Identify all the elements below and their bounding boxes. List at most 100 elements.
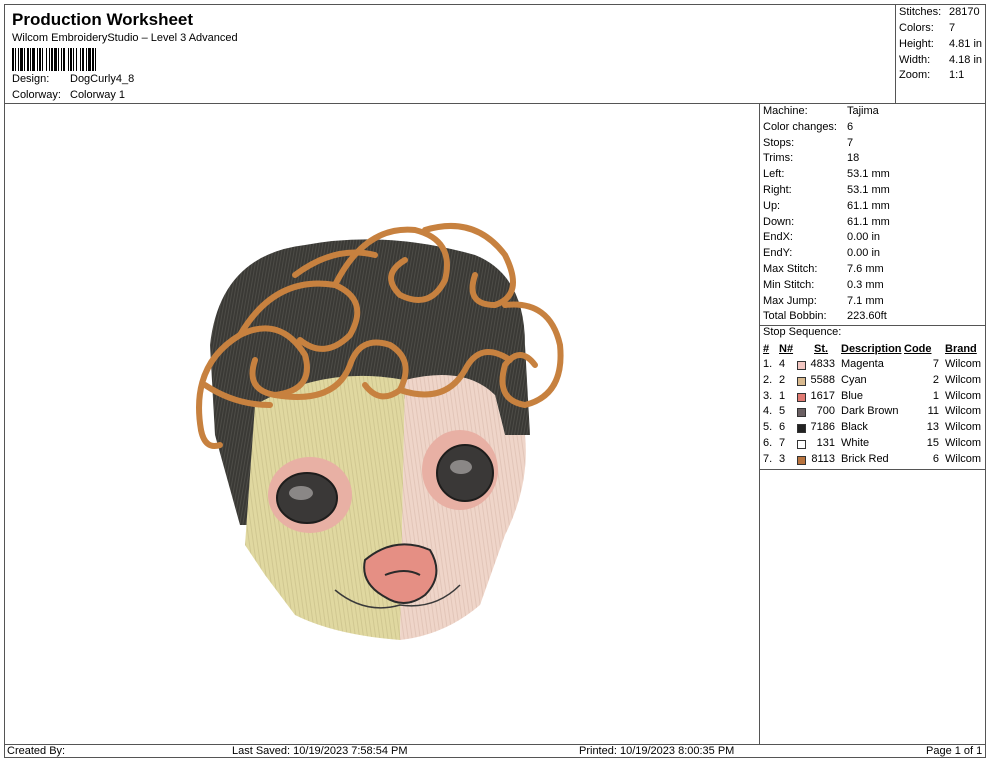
summary-value: 7 [949,22,956,34]
machine-info-row: Min Stitch: 0.3 mm [763,279,884,294]
machine-info-row: Up: 61.1 mm [763,200,890,215]
machine-info-label: Total Bobbin: [763,310,827,323]
summary-label: Stitches: [899,6,942,18]
colorway-label: Colorway: [12,89,61,101]
stop-sequence-title: Stop Sequence: [763,326,842,338]
worksheet-footer: Created By: Last Saved: 10/19/2023 7:58:… [4,744,986,758]
stop-row-code: 6 [932,452,939,465]
machine-info-row: EndY: 0.00 in [763,247,880,262]
thread-color-swatch [797,392,806,402]
machine-info-value: 61.1 mm [847,215,890,228]
colorway-row: Colorway: Colorway 1 [12,89,125,101]
stop-row-number: 1. [763,358,773,370]
thread-color-swatch [797,376,806,386]
summary-label: Height: [899,38,934,50]
design-label: Design: [12,73,50,85]
machine-info-row: Max Jump: 7.1 mm [763,295,884,310]
stop-row-code: 15 [926,437,939,449]
machine-info-row: Down: 61.1 mm [763,216,890,231]
summary-value: 1:1 [949,69,965,81]
machine-info-row: Stops: 7 [763,137,853,152]
column-header: N# [779,343,794,355]
summary-row: Zoom: 1:1 [899,69,964,84]
stop-row-number: 5. [763,421,773,434]
stop-row-needle: 5 [779,405,786,418]
stop-row-needle: 4 [779,358,786,370]
machine-info-value: Tajima [847,105,879,117]
stop-row-number: 2. [763,373,773,386]
machine-info-label: Min Stitch: [763,278,815,291]
stop-row-brand: Wilcom [945,389,982,402]
machine-info-label: Trims: [763,152,794,165]
summary-row: Colors: 7 [899,22,955,37]
machine-info-row: EndX: 0.00 in [763,231,880,246]
machine-info-value: 53.1 mm [847,184,890,196]
stop-row-brand: Wilcom [945,358,982,370]
colorway-value: Colorway 1 [70,89,126,101]
stop-row-stitches: 7186 [810,421,835,434]
barcode [12,48,96,71]
thread-color-swatch [797,408,806,418]
stop-row-description: Brick Red [841,452,889,465]
page-number: Page 1 of 1 [926,745,983,757]
stop-row-stitches: 700 [816,405,835,418]
machine-info-value: 0.00 in [847,231,881,244]
stop-row-number: 4. [763,405,773,418]
stop-row-stitches: 131 [816,437,835,449]
summary-label: Colors: [899,22,934,34]
machine-info-value: 6 [847,120,854,133]
machine-info-value: 18 [847,152,860,165]
column-header: Description [841,343,902,355]
design-value: DogCurly4_8 [70,73,135,85]
stop-row-needle: 3 [779,452,786,465]
summary-row: Stitches: 28170 [899,6,980,21]
page-title: Production Worksheet [12,10,194,29]
design-row: Design: DogCurly4_8 [12,73,134,85]
stop-row-brand: Wilcom [945,452,982,465]
summary-row: Height: 4.81 in [899,38,982,53]
machine-info-row: Max Stitch: 7.6 mm [763,263,884,278]
machine-info-value: 53.1 mm [847,168,890,181]
thread-color-swatch [797,424,806,434]
stop-row-description: Black [841,421,868,434]
machine-info-label: EndY: [763,247,793,260]
machine-info-value: 7.1 mm [847,294,884,307]
summary-value: 4.81 in [949,38,983,50]
stop-row-code: 13 [926,421,939,434]
machine-info-label: Down: [763,215,795,228]
created-by: Created By: [7,745,66,757]
stop-row-number: 6. [763,437,773,449]
column-header: # [763,343,770,355]
divider [760,469,986,470]
machine-info-row: Color changes: 6 [763,121,853,136]
machine-info-row: Right: 53.1 mm [763,184,890,199]
machine-info-value: 61.1 mm [847,199,890,212]
thread-color-swatch [797,455,806,465]
stop-row-code: 2 [932,373,939,386]
stop-row-stitches: 1617 [810,389,835,402]
machine-info-row: Trims: 18 [763,152,859,167]
printed-date: Printed: 10/19/2023 8:00:35 PM [579,745,735,757]
machine-info-value: 0.3 mm [847,278,884,291]
summary-panel: Stitches: 28170 Colors: 7 Height: 4.81 in W… [895,4,986,104]
thread-color-swatch [797,440,806,449]
machine-info-label: Up: [763,199,781,212]
summary-row: Width: 4.18 in [899,54,982,69]
stop-row-brand: Wilcom [945,437,982,449]
stop-row-brand: Wilcom [945,373,982,386]
machine-info-label: Stops: [763,136,795,149]
eye-left-highlight [289,486,313,500]
stop-row-needle: 1 [779,389,786,402]
stop-row-number: 7. [763,452,773,465]
worksheet-header: Production Worksheet Wilcom EmbroiderySt… [4,4,895,104]
stop-row-stitches: 5588 [810,373,835,386]
machine-info-row: Left: 53.1 mm [763,168,890,183]
stop-row-description: Cyan [841,373,867,386]
stop-row-needle: 6 [779,421,786,434]
last-saved: Last Saved: 10/19/2023 7:58:54 PM [232,745,408,757]
software-name: Wilcom EmbroideryStudio – Level 3 Advanc… [12,32,238,44]
stop-row-code: 1 [932,389,939,402]
machine-info-row: Total Bobbin: 223.60ft [763,310,887,325]
stop-row-code: 11 [927,405,939,418]
machine-info-label: EndX: [763,231,793,244]
